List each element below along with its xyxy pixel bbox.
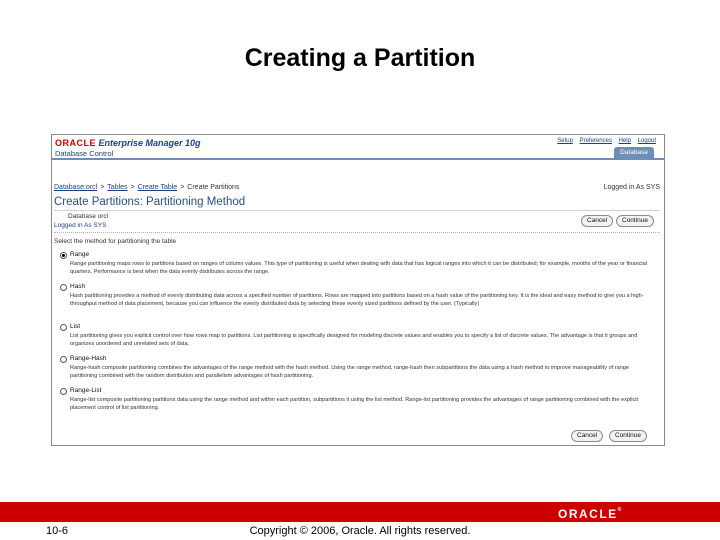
tab-database[interactable]: Database <box>614 147 654 158</box>
dotted-divider <box>54 232 660 233</box>
continue-button-bottom[interactable]: Continue <box>609 430 648 442</box>
option-name: Range-List <box>70 387 102 394</box>
breadcrumb-separator: > <box>180 184 185 191</box>
header-band <box>52 158 664 160</box>
logged-in-label: Logged in As SYS <box>603 184 660 191</box>
breadcrumb-separator: > <box>130 184 135 191</box>
setup-link[interactable]: Setup <box>557 138 573 144</box>
em-product-name: Enterprise Manager 10g <box>98 138 201 148</box>
option-description: Hash partitioning provides a method of e… <box>70 293 644 307</box>
em-brand: ORACLE Enterprise Manager 10g Database C… <box>55 138 201 158</box>
option-name: Range-Hash <box>70 355 107 362</box>
oracle-logo-text: ORACLE <box>55 138 96 148</box>
heading-rule <box>54 210 660 211</box>
top-links: Setup Preferences Help Logout <box>552 138 656 144</box>
radio-list[interactable] <box>60 324 67 331</box>
logged-line: Logged in As SYS <box>54 222 107 229</box>
breadcrumb: Database:orcl > Tables > Create Table > Create… <box>54 184 239 191</box>
breadcrumb-tables[interactable]: Tables <box>107 184 127 191</box>
em-header: ORACLE Enterprise Manager 10g Database C… <box>52 135 664 160</box>
breadcrumb-create-table[interactable]: Create Table <box>138 184 178 191</box>
option-description: List partitioning gives you explicit con… <box>70 333 638 347</box>
cancel-button-bottom[interactable]: Cancel <box>571 430 604 442</box>
option-name: Hash <box>70 283 86 290</box>
option-description: Range-list composite partitioning partit… <box>70 397 639 411</box>
breadcrumb-database[interactable]: Database:orcl <box>54 184 97 191</box>
continue-button-top[interactable]: Continue <box>616 215 655 227</box>
option-description: Range-hash composite partitioning combin… <box>70 365 630 379</box>
radio-range-list[interactable] <box>60 388 67 395</box>
database-line: Database orcl <box>68 213 109 220</box>
footer-logo-text: ORACLE <box>558 507 618 521</box>
page-heading: Create Partitions: Partitioning Method <box>54 196 246 208</box>
radio-range-hash[interactable] <box>60 356 67 363</box>
logout-link[interactable]: Logout <box>638 138 656 144</box>
help-link[interactable]: Help <box>619 138 631 144</box>
em-screenshot: ORACLE Enterprise Manager 10g Database C… <box>51 134 665 446</box>
select-method-label: Select the method for partitioning the t… <box>54 238 177 245</box>
breadcrumb-separator: > <box>100 184 105 191</box>
oracle-footer-logo: ORACLE® <box>558 507 622 521</box>
cancel-button-top[interactable]: Cancel <box>581 215 614 227</box>
preferences-link[interactable]: Preferences <box>580 138 612 144</box>
radio-hash[interactable] <box>60 284 67 291</box>
breadcrumb-current: Create Partitions <box>187 184 240 191</box>
copyright-text: Copyright © 2006, Oracle. All rights res… <box>249 525 471 537</box>
option-description: Range partitioning maps rows to partitio… <box>70 261 648 275</box>
radio-range[interactable] <box>60 252 67 259</box>
slide-title: Creating a Partition <box>244 44 476 72</box>
option-name: Range <box>70 251 90 258</box>
option-name: List <box>70 323 81 330</box>
